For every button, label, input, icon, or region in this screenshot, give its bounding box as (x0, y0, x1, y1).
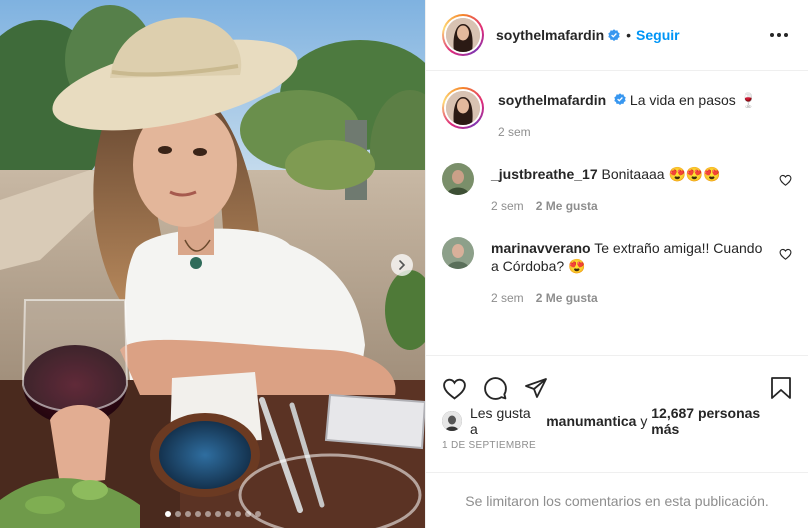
comment-likes[interactable]: 2 Me gusta (536, 197, 598, 215)
commenter-avatar[interactable] (442, 163, 474, 195)
comment-item: _justbreathe_17 Bonitaaaa 😍😍😍 2 sem 2 Me… (442, 163, 792, 215)
comment-item: marinavverano Te extraño amiga!! Cuando … (442, 237, 792, 307)
carousel-dot (254, 511, 261, 517)
post-date[interactable]: 1 DE SEPTIEMBRE (426, 432, 808, 458)
carousel-dot (164, 511, 171, 517)
header-username[interactable]: soythelmafardin (496, 27, 604, 43)
likes-summary: Les gusta a manumantica y 12,687 persona… (426, 405, 808, 437)
story-ring[interactable] (442, 14, 484, 56)
heart-icon[interactable] (442, 377, 467, 400)
commenter-avatar[interactable] (442, 237, 474, 269)
comment-username[interactable]: _justbreathe_17 (491, 166, 598, 182)
comment-heart-icon[interactable] (779, 173, 792, 189)
comment-time[interactable]: 2 sem (491, 197, 524, 215)
action-bar (426, 355, 808, 410)
carousel-dot (214, 511, 221, 517)
avatar-image (442, 411, 462, 431)
likes-user[interactable]: manumantica (546, 413, 636, 429)
post-photo[interactable] (0, 0, 425, 528)
caption-avatar (446, 91, 480, 125)
avatar (446, 18, 480, 52)
liker-avatar[interactable] (442, 411, 462, 431)
photo-illustration (0, 0, 425, 528)
carousel-dot (244, 511, 251, 517)
caption-time[interactable]: 2 sem (498, 123, 531, 141)
avatar-image (446, 18, 480, 52)
carousel-dot (224, 511, 231, 517)
comment-heart-icon[interactable] (779, 247, 792, 263)
comment-icon[interactable] (483, 376, 508, 401)
carousel-dot (234, 511, 241, 517)
avatar-image (442, 237, 474, 269)
carousel-next-button[interactable] (391, 254, 413, 276)
caption-username[interactable]: soythelmafardin (498, 92, 606, 108)
avatar-image (442, 163, 474, 195)
comment-text: Bonitaaaa 😍😍😍 (601, 166, 721, 182)
caption-story-ring[interactable] (442, 87, 484, 129)
comment-username[interactable]: marinavverano (491, 240, 591, 256)
carousel-indicator (0, 511, 425, 517)
post-header: soythelmafardin • Seguir (426, 0, 808, 71)
comments-section: soythelmafardin La vida en pasos 🍷 2 sem (426, 71, 808, 355)
verified-badge-icon (614, 93, 626, 105)
comment-time[interactable]: 2 sem (491, 289, 524, 307)
verified-badge-icon (608, 29, 620, 41)
share-icon[interactable] (524, 376, 548, 400)
instagram-post: soythelmafardin • Seguir soythelmafardin… (0, 0, 808, 528)
likes-connector: y (640, 413, 648, 429)
header-separator: • (626, 27, 632, 43)
carousel-dot (184, 511, 191, 517)
caption-text: La vida en pasos 🍷 (629, 92, 758, 108)
avatar-image (446, 91, 480, 125)
comments-limited-notice: Se limitaron los comentarios en esta pub… (426, 472, 808, 528)
more-options-icon[interactable] (766, 29, 792, 41)
follow-button[interactable]: Seguir (636, 27, 680, 43)
caption: soythelmafardin La vida en pasos 🍷 2 sem (442, 87, 792, 141)
carousel-dot (204, 511, 211, 517)
carousel-dot (194, 511, 201, 517)
chevron-right-icon (399, 260, 406, 270)
bookmark-icon[interactable] (770, 376, 792, 400)
post-sidebar: soythelmafardin • Seguir soythelmafardin… (425, 0, 808, 528)
carousel-dot (174, 511, 181, 517)
comment-likes[interactable]: 2 Me gusta (536, 289, 598, 307)
